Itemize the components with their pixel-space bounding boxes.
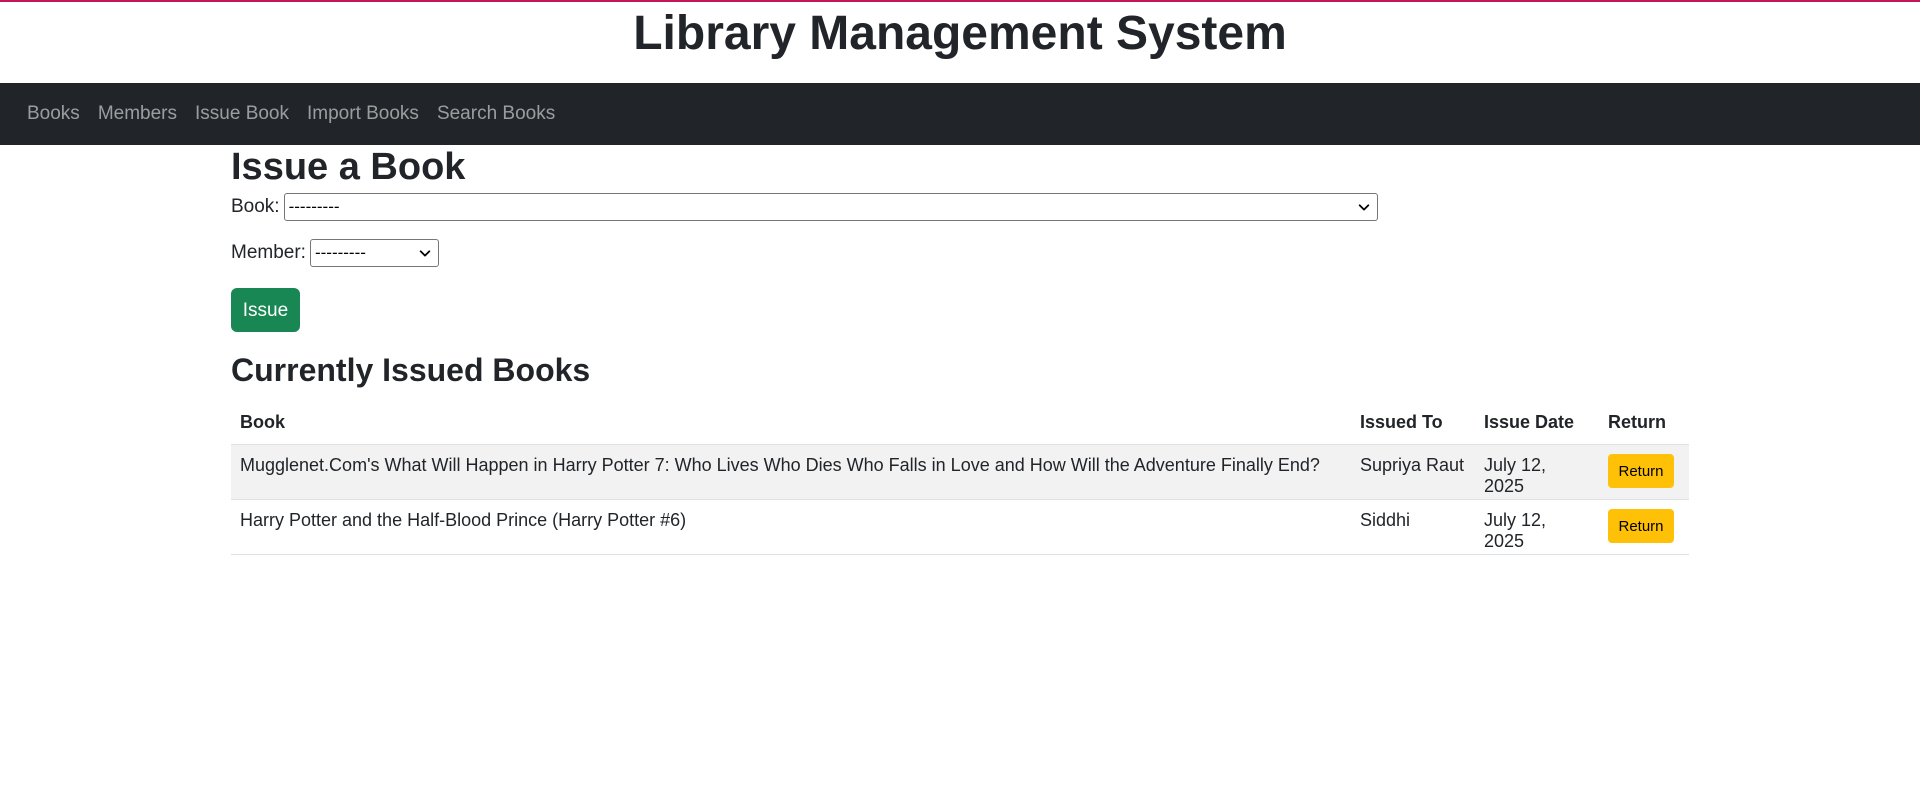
member-select-value: --------- xyxy=(314,243,366,262)
table-row: Harry Potter and the Half-Blood Prince (… xyxy=(231,499,1689,555)
cell-issue-date: July 12, 2025 xyxy=(1475,444,1599,500)
issue-form: Book: --------- Member: --------- Issue xyxy=(231,191,1689,332)
column-header-issued-to: Issued To xyxy=(1351,400,1475,445)
issued-books-table: Book Issued To Issue Date Return Mugglen… xyxy=(231,400,1689,555)
return-button[interactable]: Return xyxy=(1608,509,1674,543)
nav-link-import-books[interactable]: Import Books xyxy=(307,103,419,125)
cell-book: Mugglenet.Com's What Will Happen in Harr… xyxy=(231,444,1351,500)
cell-issue-date: July 12, 2025 xyxy=(1475,499,1599,555)
issue-button[interactable]: Issue xyxy=(231,288,300,332)
return-button[interactable]: Return xyxy=(1608,454,1674,488)
column-header-issue-date: Issue Date xyxy=(1475,400,1599,445)
cell-issued-to: Supriya Raut xyxy=(1351,444,1475,500)
column-header-book: Book xyxy=(231,400,1351,445)
book-label: Book: xyxy=(231,196,280,217)
table-header-row: Book Issued To Issue Date Return xyxy=(231,400,1689,445)
cell-book: Harry Potter and the Half-Blood Prince (… xyxy=(231,499,1351,555)
cell-return: Return xyxy=(1599,499,1689,555)
issued-books-heading: Currently Issued Books xyxy=(231,352,591,388)
chevron-down-icon xyxy=(419,250,431,257)
book-select-value: --------- xyxy=(288,197,340,216)
nav-link-issue-book[interactable]: Issue Book xyxy=(195,103,289,125)
member-label: Member: xyxy=(231,242,306,263)
nav-link-search-books[interactable]: Search Books xyxy=(437,103,555,125)
book-field-row: Book: --------- xyxy=(231,191,1689,223)
nav-link-books[interactable]: Books xyxy=(27,103,80,125)
main-content: Issue a Book Book: --------- Member: ---… xyxy=(231,145,1689,555)
nav-link-members[interactable]: Members xyxy=(98,103,177,125)
site-title: Library Management System xyxy=(633,7,1287,60)
member-select[interactable]: --------- xyxy=(309,239,439,267)
cell-issued-to: Siddhi xyxy=(1351,499,1475,555)
table-row: Mugglenet.Com's What Will Happen in Harr… xyxy=(231,444,1689,500)
issue-form-heading: Issue a Book xyxy=(231,146,466,188)
navbar: Books Members Issue Book Import Books Se… xyxy=(0,83,1920,145)
member-field-row: Member: --------- xyxy=(231,237,1689,269)
column-header-return: Return xyxy=(1599,400,1689,445)
cell-return: Return xyxy=(1599,444,1689,500)
book-select[interactable]: --------- xyxy=(283,193,1378,221)
chevron-down-icon xyxy=(1358,204,1369,211)
